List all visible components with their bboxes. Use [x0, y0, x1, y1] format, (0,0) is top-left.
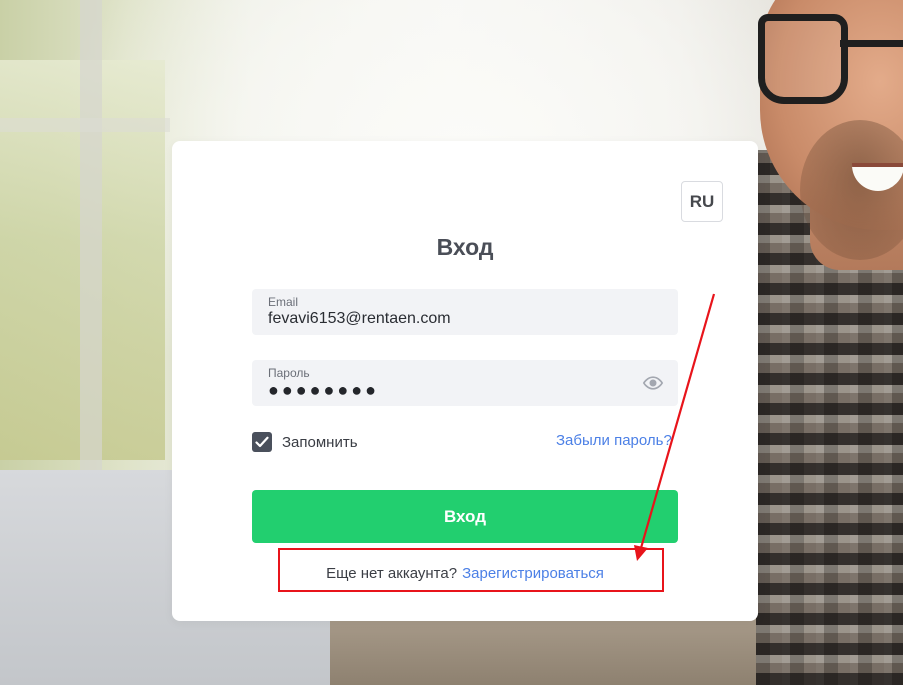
password-input[interactable]: ●●●●●●●● [268, 380, 379, 401]
remember-label: Запомнить [282, 433, 358, 451]
register-link[interactable]: Зарегистрироваться [462, 565, 604, 582]
login-button[interactable]: Вход [252, 490, 678, 543]
password-field[interactable]: Пароль ●●●●●●●● [252, 360, 678, 406]
forgot-password-link[interactable]: Забыли пароль? [556, 432, 672, 449]
password-label: Пароль [268, 366, 310, 380]
background-window-frame [80, 0, 102, 470]
remember-me[interactable]: Запомнить [252, 431, 358, 453]
remember-checkbox[interactable] [252, 432, 272, 452]
background-person-glasses-arm [840, 40, 903, 47]
checkmark-icon [255, 436, 269, 448]
background-window-frame [0, 118, 170, 132]
email-input[interactable] [268, 310, 648, 328]
email-field[interactable]: Email [252, 289, 678, 335]
login-card: RU Вход Email Пароль ●●●●●●●● Запомнить … [172, 141, 758, 621]
language-switch-button[interactable]: RU [681, 181, 723, 222]
signup-text: Еще нет аккаунта? [326, 565, 458, 582]
background-person-glasses [758, 14, 848, 104]
page-title: Вход [436, 234, 494, 260]
signup-prompt: Еще нет аккаунта? Зарегистрироваться [172, 565, 758, 582]
email-label: Email [268, 295, 299, 309]
eye-icon[interactable] [642, 373, 664, 393]
